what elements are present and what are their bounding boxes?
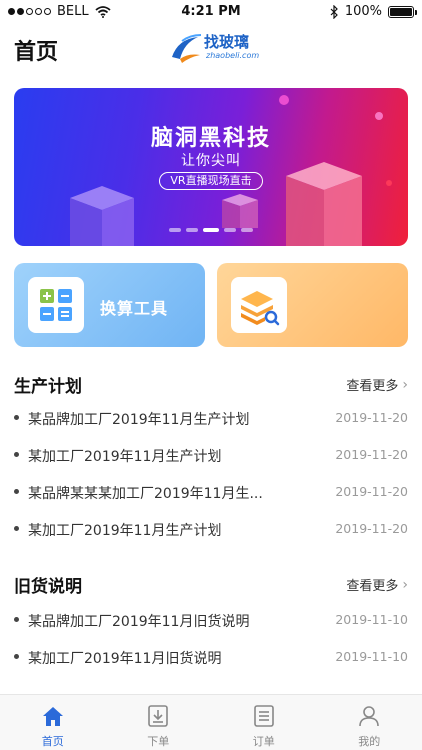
conversion-tool-label: 换算工具 [100, 299, 169, 318]
download-order-icon [148, 705, 169, 727]
bullet-icon [14, 526, 19, 531]
tab-label: 订单 [252, 735, 275, 748]
pager-dot[interactable] [186, 228, 198, 232]
pager-dot[interactable] [241, 228, 253, 232]
home-icon [42, 707, 63, 726]
header: 首页 找玻璃 zhaobeli.com [0, 24, 422, 76]
page-title: 首页 [14, 40, 59, 65]
list-item-title: 某品牌加工厂2019年11月旧货说明 [28, 614, 250, 630]
bullet-icon [14, 617, 19, 622]
list-item-date: 2019-11-10 [335, 612, 408, 627]
banner-pager[interactable] [14, 228, 408, 232]
list-item-date: 2019-11-20 [335, 484, 408, 499]
tab-label: 下单 [147, 735, 170, 748]
banner-subline: 让你尖叫 [181, 153, 241, 169]
logo-subtext: zhaobeli.com [206, 51, 260, 60]
old-goods-title: 旧货说明 [14, 577, 82, 597]
list-item-title: 某品牌某某某加工厂2019年11月生... [28, 486, 263, 502]
tab-profile[interactable]: 我的 [317, 695, 422, 750]
list-item[interactable]: 某品牌加工厂2019年11月生产计划 2019-11-20 [14, 400, 408, 437]
list-item[interactable]: 某品牌某某某加工厂2019年11月生... 2019-11-20 [14, 474, 408, 511]
list-item-title: 某加工厂2019年11月旧货说明 [28, 651, 222, 667]
list-item-date: 2019-11-20 [335, 521, 408, 536]
tab-label: 我的 [358, 735, 381, 748]
tab-orders[interactable]: 订单 [211, 695, 317, 750]
pager-dot-active[interactable] [203, 228, 219, 232]
list-item-date: 2019-11-10 [335, 649, 408, 664]
status-bar: BELL 4:21 PM 100% [0, 0, 422, 24]
old-goods-list: 某品牌加工厂2019年11月旧货说明 2019-11-10 某加工厂2019年1… [14, 602, 408, 676]
list-item-title: 某品牌加工厂2019年11月生产计划 [28, 412, 250, 428]
bullet-icon [14, 452, 19, 457]
chevron-right-icon: › [402, 376, 408, 393]
stack-search-icon [231, 277, 287, 333]
conversion-tool-card[interactable]: 换算工具 [14, 263, 205, 347]
list-item[interactable]: 某加工厂2019年11月生产计划 2019-11-20 [14, 511, 408, 548]
tab-bar: 首页 下单 订单 我的 [0, 694, 422, 750]
more-label: 查看更多 [346, 379, 399, 394]
status-right: 100% [330, 4, 417, 19]
tab-home[interactable]: 首页 [0, 695, 106, 750]
bullet-icon [14, 654, 19, 659]
list-item[interactable]: 某加工厂2019年11月生产计划 2019-11-20 [14, 437, 408, 474]
tab-label: 首页 [41, 735, 64, 748]
calculator-icon [28, 277, 84, 333]
production-plan-list: 某品牌加工厂2019年11月生产计划 2019-11-20 某加工厂2019年1… [14, 400, 408, 548]
bullet-icon [14, 489, 19, 494]
user-icon [359, 706, 380, 727]
list-item-title: 某加工厂2019年11月生产计划 [28, 449, 222, 465]
bullet-icon [14, 415, 19, 420]
chevron-right-icon: › [402, 576, 408, 593]
search-tool-card[interactable] [217, 263, 408, 347]
list-item-date: 2019-11-20 [335, 410, 408, 425]
battery-icon [388, 5, 417, 18]
list-item-title: 某加工厂2019年11月生产计划 [28, 523, 222, 539]
pager-dot[interactable] [169, 228, 181, 232]
app-logo: 找玻璃 zhaobeli.com [168, 29, 260, 69]
logo-text: 找玻璃 [204, 33, 250, 51]
list-item[interactable]: 某加工厂2019年11月旧货说明 2019-11-10 [14, 639, 408, 676]
tab-place-order[interactable]: 下单 [106, 695, 212, 750]
more-label: 查看更多 [346, 579, 399, 594]
order-list-icon [253, 705, 274, 727]
pager-dot[interactable] [224, 228, 236, 232]
logo-mark-icon [172, 34, 202, 63]
list-item[interactable]: 某品牌加工厂2019年11月旧货说明 2019-11-10 [14, 602, 408, 639]
old-goods-more-link[interactable]: 查看更多 › [346, 575, 408, 595]
list-item-date: 2019-11-20 [335, 447, 408, 462]
banner-cta[interactable]: VR直播现场直击 [159, 172, 263, 190]
production-plan-header: 生产计划 查看更多 › [14, 372, 408, 398]
production-plan-more-link[interactable]: 查看更多 › [346, 375, 408, 395]
banner-headline: 脑洞黑科技 [150, 126, 271, 151]
old-goods-header: 旧货说明 查看更多 › [14, 572, 408, 598]
bluetooth-icon [330, 4, 338, 19]
promo-banner[interactable]: 脑洞黑科技 让你尖叫 VR直播现场直击 [14, 88, 408, 246]
battery-percent: 100% [344, 4, 382, 19]
production-plan-title: 生产计划 [14, 377, 82, 397]
